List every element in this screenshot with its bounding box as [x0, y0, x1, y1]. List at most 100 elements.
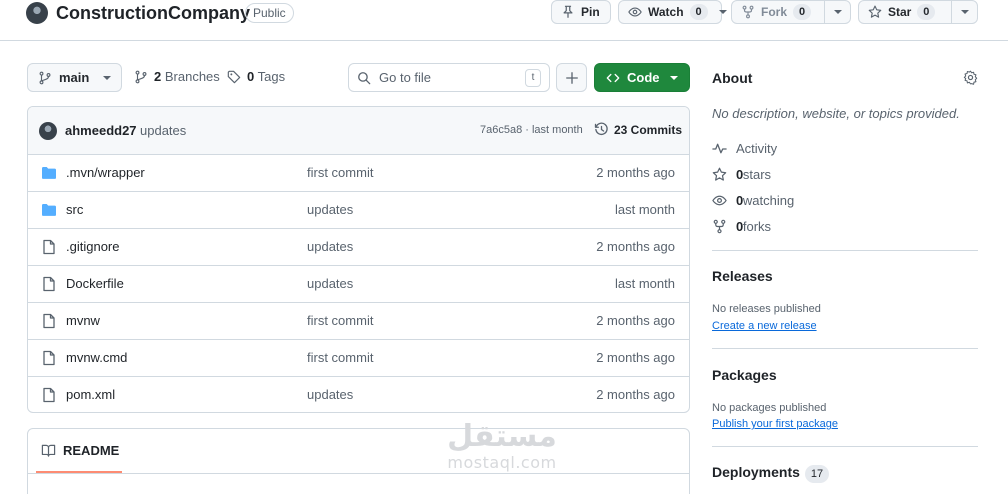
activity-link[interactable]: Activity — [712, 141, 777, 156]
commit-author[interactable]: ahmeedd27 — [65, 123, 137, 138]
divider — [712, 348, 978, 349]
file-name[interactable]: pom.xml — [66, 387, 115, 402]
code-label: Code — [627, 70, 660, 85]
code-button[interactable]: Code — [594, 63, 690, 92]
file-commit-message[interactable]: first commit — [307, 350, 373, 365]
visibility-badge: Public — [245, 3, 294, 23]
file-row[interactable]: Dockerfile updates last month — [28, 266, 689, 303]
create-release-link[interactable]: Create a new release — [712, 320, 817, 332]
file-commit-date: 2 months ago — [596, 313, 675, 328]
file-name[interactable]: .gitignore — [66, 239, 119, 254]
repo-title[interactable]: ConstructionCompany — [56, 3, 250, 24]
file-icon — [43, 313, 55, 329]
deployments-heading[interactable]: Deployments 17 — [712, 464, 830, 483]
commits-count: 23 Commits — [614, 122, 683, 137]
releases-empty-text: No releases published — [712, 303, 821, 315]
file-commit-message[interactable]: updates — [307, 387, 353, 402]
readme-panel: README — [27, 428, 690, 494]
stars-link[interactable]: 0 stars — [712, 167, 771, 182]
forks-link[interactable]: 0 forks — [712, 219, 771, 234]
pulse-icon — [712, 143, 727, 154]
file-icon — [43, 350, 55, 366]
packages-empty-text: No packages published — [712, 402, 827, 414]
file-row[interactable]: src updates last month — [28, 192, 689, 229]
commit-sha-time[interactable]: 7a6c5a8 · last month — [480, 124, 583, 136]
pin-icon — [563, 5, 573, 18]
forks-label: forks — [742, 219, 772, 234]
deployments-count: 17 — [804, 465, 830, 483]
chevron-down-icon — [960, 10, 969, 14]
owner-avatar[interactable] — [26, 2, 48, 24]
gear-icon[interactable] — [963, 70, 978, 85]
file-commit-message[interactable]: updates — [307, 239, 353, 254]
eye-icon — [712, 195, 727, 206]
file-row[interactable]: pom.xml updates 2 months ago — [28, 377, 689, 412]
branches-label: Branches — [164, 69, 220, 84]
watch-button[interactable]: Watch 0 — [618, 0, 727, 24]
file-row[interactable]: .gitignore updates 2 months ago — [28, 229, 689, 266]
file-icon — [43, 387, 55, 403]
file-commit-message[interactable]: updates — [307, 202, 353, 217]
folder-icon — [42, 167, 56, 179]
file-name[interactable]: .mvn/wrapper — [66, 165, 145, 180]
publish-package-link[interactable]: Publish your first package — [712, 418, 838, 430]
author-avatar[interactable] — [39, 122, 57, 140]
branches-link[interactable]: 2 Branches — [134, 69, 220, 84]
file-name[interactable]: src — [66, 202, 83, 217]
commits-link[interactable]: 23 Commits — [594, 122, 682, 137]
readme-tab[interactable]: README — [41, 443, 119, 458]
fork-dropdown[interactable] — [824, 1, 850, 23]
file-icon — [43, 239, 55, 255]
file-name[interactable]: mvnw — [66, 313, 100, 328]
add-file-button[interactable] — [556, 63, 587, 92]
file-row[interactable]: .mvn/wrapper first commit 2 months ago — [28, 155, 689, 192]
star-label: Star — [888, 5, 912, 19]
file-commit-message[interactable]: first commit — [307, 165, 373, 180]
search-icon — [358, 71, 371, 84]
star-count: 0 — [917, 4, 936, 20]
branch-selector[interactable]: main — [27, 63, 122, 92]
watch-count: 0 — [689, 4, 708, 20]
plus-icon — [565, 71, 578, 84]
file-commit-date: 2 months ago — [596, 387, 675, 402]
divider — [712, 250, 978, 251]
star-icon — [868, 5, 882, 18]
releases-heading[interactable]: Releases — [712, 268, 773, 284]
watchers-link[interactable]: 0 watching — [712, 193, 794, 208]
branch-name: main — [59, 70, 90, 85]
commit-message[interactable]: updates — [140, 123, 186, 138]
go-to-file-input[interactable]: Go to file t — [348, 63, 550, 92]
fork-icon — [713, 219, 726, 234]
divider — [28, 473, 689, 474]
file-commit-date: 2 months ago — [596, 239, 675, 254]
file-name[interactable]: Dockerfile — [66, 276, 124, 291]
fork-button[interactable]: Fork 0 — [731, 0, 851, 24]
history-icon — [594, 122, 608, 136]
pin-button[interactable]: Pin — [551, 0, 611, 24]
file-row[interactable]: mvnw first commit 2 months ago — [28, 303, 689, 340]
eye-icon — [628, 7, 642, 17]
star-button[interactable]: Star 0 — [858, 0, 978, 24]
star-icon — [712, 167, 727, 181]
shortcut-hint: t — [525, 68, 541, 87]
file-commit-date: last month — [615, 202, 675, 217]
chevron-down-icon — [718, 10, 727, 14]
watching-label: watching — [742, 193, 795, 208]
file-row[interactable]: mvnw.cmd first commit 2 months ago — [28, 340, 689, 377]
activity-label: Activity — [736, 141, 778, 156]
fork-icon — [742, 5, 754, 19]
chevron-down-icon — [833, 10, 842, 14]
branch-icon — [135, 70, 147, 83]
tags-link[interactable]: 0 Tags — [227, 69, 285, 84]
stars-label: stars — [742, 167, 772, 182]
star-dropdown[interactable] — [951, 1, 977, 23]
file-name[interactable]: mvnw.cmd — [66, 350, 127, 365]
file-commit-message[interactable]: first commit — [307, 313, 373, 328]
go-to-file-placeholder: Go to file — [379, 70, 432, 85]
packages-heading[interactable]: Packages — [712, 367, 777, 383]
book-icon — [41, 444, 56, 457]
file-commit-message[interactable]: updates — [307, 276, 353, 291]
deployments-label: Deployments — [712, 464, 800, 480]
folder-icon — [42, 204, 56, 216]
file-commit-date: last month — [615, 276, 675, 291]
